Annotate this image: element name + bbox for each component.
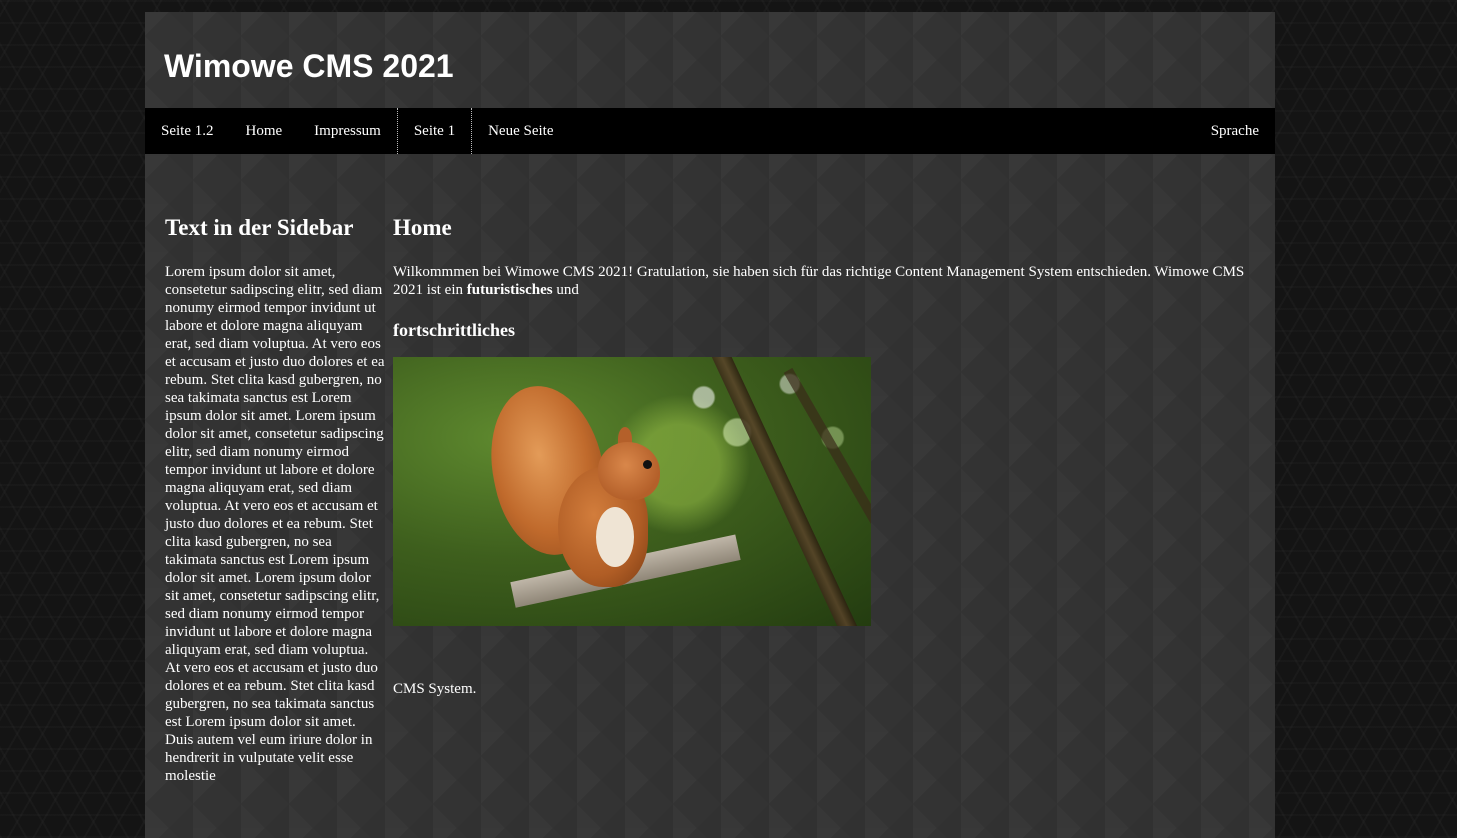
photo-branch [711, 357, 863, 626]
nav-item-seite-1-2[interactable]: Seite 1.2 [145, 108, 230, 154]
sidebar-heading: Text in der Sidebar [165, 215, 354, 240]
squirrel-head [598, 442, 660, 500]
subheading: fortschrittliches [393, 320, 515, 340]
squirrel-photo [393, 357, 871, 626]
intro-bold-text: futuristisches [466, 282, 553, 298]
site-title[interactable]: Wimowe CMS 2021 [164, 46, 454, 86]
caption-text: CMS System. [393, 681, 477, 697]
nav-list: Seite 1.2 Home Impressum Seite 1 Neue Se… [145, 108, 1275, 154]
nav-item-neue-seite[interactable]: Neue Seite [472, 108, 569, 154]
intro-tail-text: und [552, 282, 579, 298]
squirrel-chest [596, 507, 634, 567]
nav-item-home[interactable]: Home [230, 108, 299, 154]
main-content: Home Wilkommmen bei Wimowe CMS 2021! Gra… [393, 212, 1253, 698]
sidebar: Text in der Sidebar Lorem ipsum dolor si… [165, 212, 385, 785]
language-menu[interactable]: Sprache [1211, 108, 1259, 154]
main-navigation: Seite 1.2 Home Impressum Seite 1 Neue Se… [145, 108, 1275, 154]
sidebar-text: Lorem ipsum dolor sit amet, consetetur s… [165, 264, 385, 784]
nav-item-impressum[interactable]: Impressum [298, 108, 397, 154]
page-container: Wimowe CMS 2021 Seite 1.2 Home Impressum… [145, 12, 1275, 838]
page-title: Home [393, 215, 452, 240]
site-header: Wimowe CMS 2021 [145, 12, 1275, 108]
intro-paragraph: Wilkommmen bei Wimowe CMS 2021! Gratulat… [393, 263, 1253, 299]
squirrel-eye [643, 460, 652, 469]
nav-item-seite-1[interactable]: Seite 1 [396, 108, 473, 154]
